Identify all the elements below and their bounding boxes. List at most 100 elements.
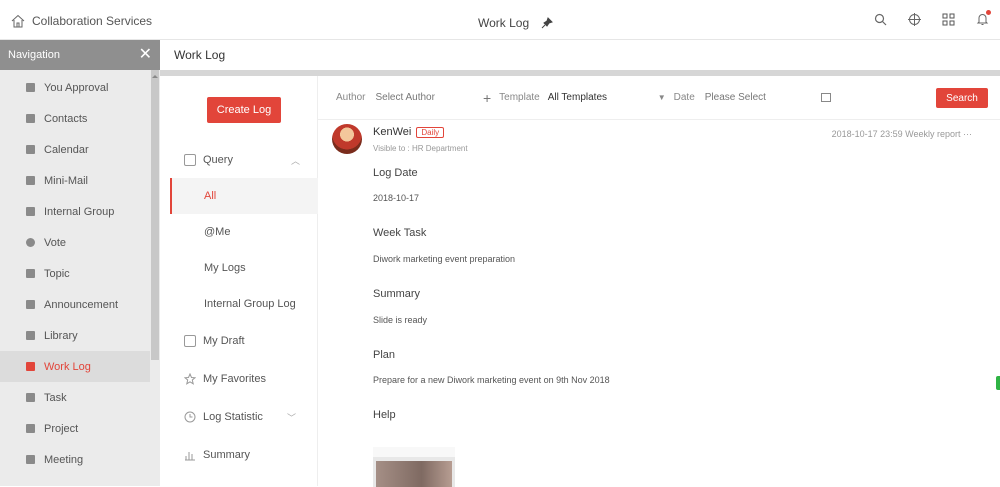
nav-item-internal-group[interactable]: Internal Group — [0, 196, 150, 227]
vote-icon — [26, 238, 35, 247]
nav-item-topic[interactable]: Topic — [0, 258, 150, 289]
filter-all[interactable]: All — [170, 178, 318, 214]
navigation-scrollbar[interactable] — [151, 70, 159, 360]
nav-item-label: Calendar — [44, 143, 89, 156]
log-date-label: Log Date — [373, 167, 418, 179]
log-feed: Author Select Author + Template All Temp… — [318, 76, 1000, 487]
nav-item-meeting[interactable]: Meeting — [0, 444, 150, 475]
log-post: KenWei Daily Visible to : HR Department … — [318, 120, 1000, 487]
chevron-down-icon: ﹀ — [286, 412, 296, 423]
home-label: Collaboration Services — [32, 14, 153, 28]
add-author-icon[interactable]: + — [483, 90, 491, 106]
navigation-list: You Approval Contacts Calendar Mini-Mail… — [0, 72, 150, 475]
grid-icon[interactable] — [940, 11, 956, 27]
nav-item-label: Internal Group — [44, 205, 115, 218]
author-name[interactable]: KenWei — [373, 126, 411, 138]
help-label: Help — [373, 409, 396, 421]
query-label: Query — [203, 154, 233, 166]
work-log-icon — [26, 362, 35, 371]
dropdown-arrow-icon[interactable]: ▼ — [658, 93, 666, 102]
notification-dot — [986, 10, 991, 15]
close-icon[interactable]: ✕ — [139, 47, 152, 63]
nav-item-you-approval[interactable]: You Approval — [0, 72, 150, 103]
filter-at-me[interactable]: @Me — [170, 214, 318, 250]
nav-item-work-log[interactable]: Work Log — [0, 351, 150, 382]
approval-icon — [26, 83, 35, 92]
pin-icon[interactable] — [539, 15, 555, 31]
nav-item-library[interactable]: Library — [0, 320, 150, 351]
my-favorites-label: My Favorites — [203, 373, 266, 385]
nav-item-label: Contacts — [44, 112, 88, 125]
nav-item-vote[interactable]: Vote — [0, 227, 150, 258]
visibility-text: Visible to : HR Department — [373, 144, 468, 153]
filter-group-log-label: Internal Group Log — [204, 298, 296, 310]
nav-item-project[interactable]: Project — [0, 413, 150, 444]
summary-label: Summary — [373, 288, 421, 300]
announcement-icon — [26, 300, 35, 309]
my-draft[interactable]: My Draft — [170, 323, 318, 359]
nav-item-label: Topic — [44, 267, 70, 280]
notification-bell-icon[interactable] — [974, 10, 991, 27]
filter-my-logs-label: My Logs — [204, 262, 246, 274]
week-task-label: Week Task — [373, 227, 427, 239]
group-icon — [26, 207, 35, 216]
nav-item-label: You Approval — [44, 81, 109, 94]
nav-item-label: Vote — [44, 236, 67, 249]
week-task-value: Diwork marketing event preparation — [373, 254, 516, 264]
nav-item-calendar[interactable]: Calendar — [0, 134, 150, 165]
side-tab[interactable] — [996, 376, 1000, 390]
nav-item-label: Library — [44, 329, 78, 342]
thumbnail-photo — [376, 461, 452, 487]
meeting-icon — [26, 455, 35, 464]
nav-item-task[interactable]: Task — [0, 382, 150, 413]
nav-item-contacts[interactable]: Contacts — [0, 103, 150, 134]
template-select[interactable]: All Templates — [548, 92, 658, 103]
post-meta[interactable]: 2018-10-17 23:59 Weekly report ··· — [832, 129, 972, 139]
nav-item-label: Work Log — [44, 360, 91, 373]
filter-all-label: All — [204, 190, 217, 202]
plan-label: Plan — [373, 349, 396, 361]
plan-value: Prepare for a new Diwork marketing event… — [373, 375, 610, 385]
thumbnail-header — [373, 447, 455, 457]
log-statistic-label: Log Statistic — [203, 411, 263, 423]
avatar[interactable] — [332, 124, 362, 154]
summary-value: Slide is ready — [373, 315, 428, 325]
date-picker[interactable]: Please Select — [705, 92, 815, 103]
query-section[interactable]: Query ︿ — [170, 142, 318, 178]
attachment-thumbnail[interactable] — [373, 447, 455, 487]
summary-menu-item[interactable]: Summary — [170, 437, 318, 473]
page-title: Work Log — [478, 16, 530, 30]
search-button[interactable]: Search — [936, 88, 988, 108]
create-log-button[interactable]: Create Log — [207, 97, 281, 123]
home-link[interactable]: Collaboration Services — [10, 13, 152, 29]
log-date-value: 2018-10-17 — [373, 193, 420, 203]
nav-item-label: Project — [44, 422, 79, 435]
navigation-header: Navigation ✕ — [0, 40, 160, 70]
chevron-up-icon: ︿ — [290, 155, 300, 166]
nav-item-label: Announcement — [44, 298, 118, 311]
add-app-icon[interactable] — [906, 11, 922, 27]
nav-item-announcement[interactable]: Announcement — [0, 289, 150, 320]
draft-icon — [184, 335, 196, 347]
clock-icon — [184, 411, 196, 423]
contacts-icon — [26, 114, 35, 123]
home-icon — [10, 13, 26, 29]
top-bar: Collaboration Services Work Log — [0, 0, 1000, 40]
my-favorites[interactable]: My Favorites — [170, 361, 318, 397]
author-label: Author — [336, 92, 366, 103]
top-icons — [872, 10, 991, 27]
calendar-picker-icon[interactable] — [820, 93, 831, 102]
search-icon[interactable] — [872, 11, 888, 27]
mail-icon — [26, 176, 35, 185]
frequency-badge: Daily — [416, 126, 445, 138]
filter-internal-group-log[interactable]: Internal Group Log — [170, 286, 318, 322]
log-statistic[interactable]: Log Statistic ﹀ — [170, 399, 318, 435]
date-label: Date — [673, 92, 695, 103]
calendar-icon — [26, 145, 35, 154]
nav-item-mini-mail[interactable]: Mini-Mail — [0, 165, 150, 196]
project-icon — [26, 424, 35, 433]
filter-my-logs[interactable]: My Logs — [170, 250, 318, 286]
author-select[interactable]: Select Author — [375, 92, 434, 103]
nav-item-label: Meeting — [44, 453, 84, 466]
summary-menu-label: Summary — [203, 449, 251, 461]
